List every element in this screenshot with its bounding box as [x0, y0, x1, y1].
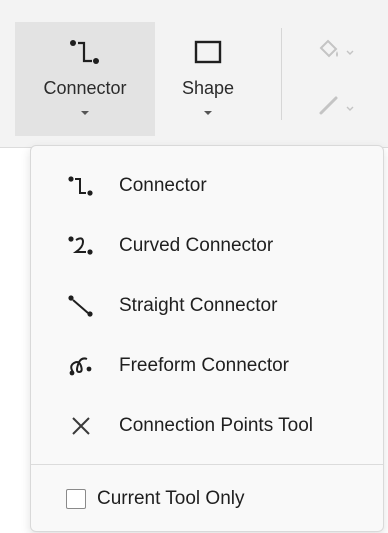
chevron-down-icon — [80, 103, 90, 121]
menu-item-label: Freeform Connector — [119, 355, 290, 376]
chevron-down-icon — [346, 99, 354, 117]
connector-ribbon-button[interactable]: Connector — [15, 22, 155, 136]
connector-icon — [67, 172, 95, 200]
ribbon-separator — [281, 28, 282, 120]
menu-item-label: Straight Connector — [119, 295, 278, 316]
menu-item-straight-connector[interactable]: Straight Connector — [31, 280, 383, 332]
freeform-connector-icon — [67, 352, 95, 380]
shape-ribbon-button[interactable]: Shape — [166, 22, 250, 136]
current-tool-only-option[interactable]: Current Tool Only — [31, 476, 383, 522]
connector-icon — [68, 22, 102, 82]
connector-ribbon-label: Connector — [43, 78, 127, 98]
current-tool-only-checkbox[interactable] — [66, 489, 86, 509]
pen-line-icon — [316, 92, 342, 123]
menu-item-label: Connection Points Tool — [119, 415, 313, 436]
menu-item-freeform-connector[interactable]: Freeform Connector — [31, 340, 383, 392]
menu-item-label: Connector — [119, 175, 207, 196]
fill-tool-button[interactable] — [316, 36, 354, 67]
menu-item-connection-points-tool[interactable]: Connection Points Tool — [31, 400, 383, 452]
ribbon: Connector Shape — [0, 0, 388, 147]
curved-connector-icon — [67, 232, 95, 260]
rectangle-icon — [194, 22, 222, 82]
shape-ribbon-label: Shape — [181, 78, 235, 98]
fill-bucket-icon — [316, 36, 342, 67]
connector-dropdown-menu: Connector Curved Connector Straight Conn… — [30, 145, 384, 532]
menu-item-curved-connector[interactable]: Curved Connector — [31, 220, 383, 272]
chevron-down-icon — [346, 43, 354, 61]
menu-item-label: Curved Connector — [119, 235, 274, 256]
menu-item-connector[interactable]: Connector — [31, 160, 383, 212]
current-tool-only-label: Current Tool Only — [97, 488, 245, 509]
connection-points-icon — [67, 412, 95, 440]
line-tool-button[interactable] — [316, 92, 354, 123]
menu-separator — [31, 464, 383, 465]
chevron-down-icon — [203, 103, 213, 121]
straight-connector-icon — [67, 292, 95, 320]
